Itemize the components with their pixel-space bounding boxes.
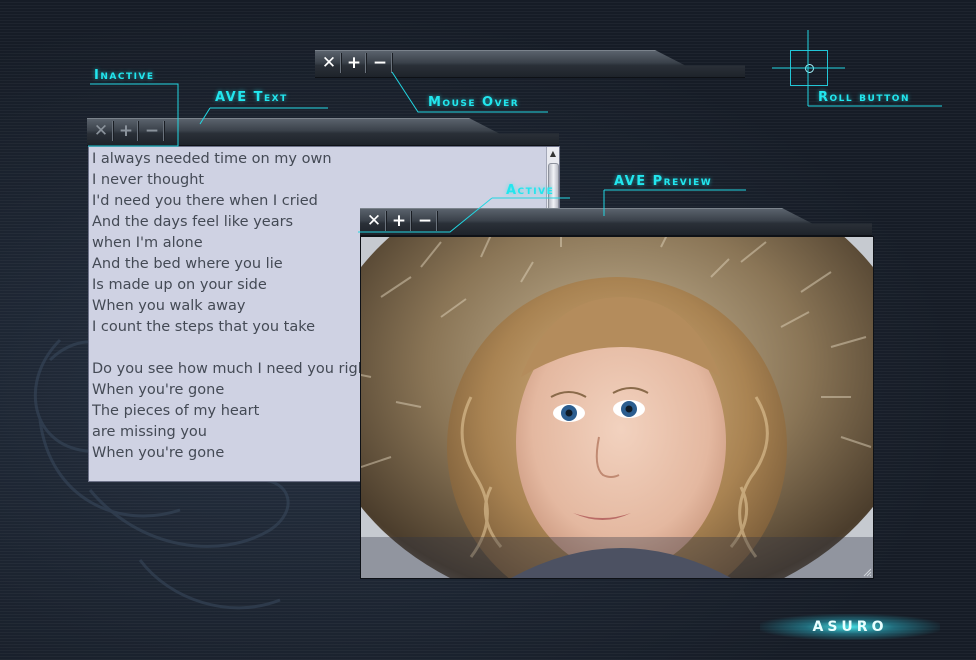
preview-window-titlebar[interactable]: ✕ + − <box>360 208 872 236</box>
close-icon[interactable]: ✕ <box>317 53 342 73</box>
minus-icon[interactable]: − <box>140 121 165 141</box>
preview-image <box>361 237 873 578</box>
close-icon[interactable]: ✕ <box>362 211 387 231</box>
roll-button[interactable] <box>790 50 828 86</box>
mouse-over-titlebar[interactable]: ✕ + − <box>315 50 745 78</box>
ave-preview-window[interactable] <box>360 236 874 579</box>
plus-icon[interactable]: + <box>114 121 139 141</box>
roll-button-callout: Roll button <box>818 90 910 105</box>
ave-text-callout: AVE Text <box>215 90 288 105</box>
active-callout: Active <box>506 183 555 198</box>
inactive-callout: Inactive <box>94 68 155 83</box>
resize-grip-icon[interactable] <box>862 567 872 577</box>
minus-icon[interactable]: − <box>368 53 393 73</box>
text-line: I always needed time on my own <box>92 151 332 167</box>
plus-icon[interactable]: + <box>342 53 367 73</box>
brand-label: ASURO <box>812 619 888 635</box>
plus-icon[interactable]: + <box>387 211 412 231</box>
scroll-up-icon[interactable]: ▲ <box>548 149 558 159</box>
close-icon[interactable]: ✕ <box>89 121 114 141</box>
brand-logo: ASURO <box>760 614 940 640</box>
roll-icon <box>805 64 814 73</box>
minus-icon[interactable]: − <box>413 211 438 231</box>
text-window-titlebar[interactable]: ✕ + − <box>87 118 559 146</box>
text-line: I never thought <box>92 172 205 188</box>
ave-preview-callout: AVE Preview <box>614 174 713 189</box>
mouse-over-callout: Mouse Over <box>428 95 520 110</box>
